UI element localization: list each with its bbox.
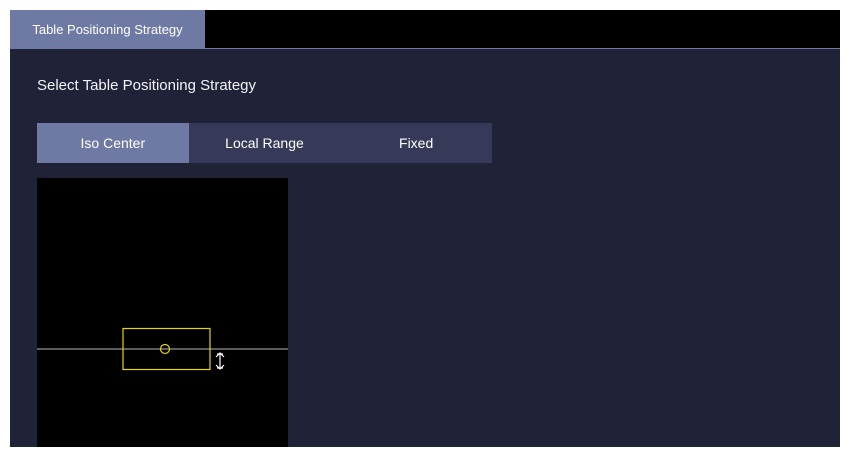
tab-table-positioning-strategy[interactable]: Table Positioning Strategy: [10, 10, 205, 49]
option-fixed-button[interactable]: Fixed: [340, 123, 492, 163]
strategy-selector: Iso Center Local Range Fixed: [37, 123, 492, 163]
page-title: Select Table Positioning Strategy: [37, 77, 257, 94]
tab-bar: Table Positioning Strategy: [10, 10, 840, 49]
option-local-range-button[interactable]: Local Range: [189, 123, 341, 163]
vertical-resize-icon[interactable]: [215, 352, 225, 370]
table-preview-viewer[interactable]: [37, 178, 288, 447]
app-window: Table Positioning Strategy Select Table …: [10, 10, 840, 447]
option-iso-center-button[interactable]: Iso Center: [37, 123, 189, 163]
table-preview-canvas: [37, 327, 288, 371]
